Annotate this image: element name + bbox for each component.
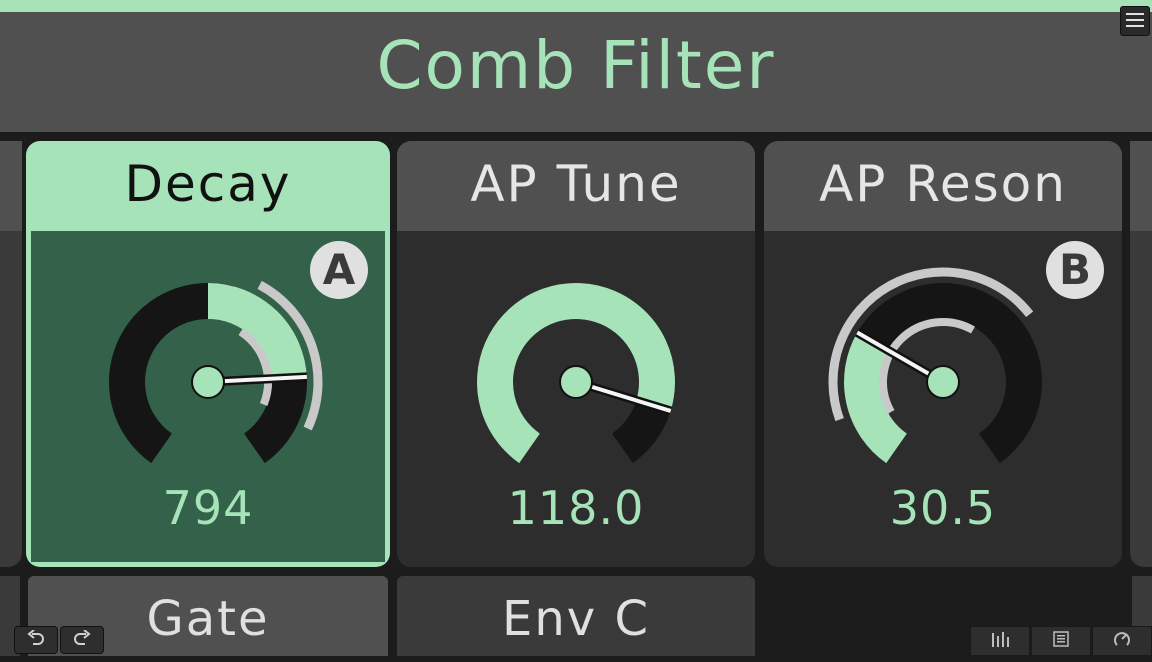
top-accent-strip [0,0,1152,12]
dial-button[interactable] [1092,626,1152,656]
undo-icon [27,629,45,650]
param-title: Decay [124,155,292,213]
page-title: Comb Filter [376,27,776,104]
param-card-ap-tune[interactable]: AP Tune 118.0 [397,141,755,567]
param-card-ap-reson[interactable]: AP Reson B 30.5 [764,141,1122,567]
param-card-decay[interactable]: Decay A 794 [26,141,390,567]
param-title: AP Reson [764,141,1122,231]
mixer-button[interactable] [970,626,1030,656]
redo-button[interactable] [60,626,104,654]
undo-button[interactable] [14,626,58,654]
param-title: Gate [146,591,270,647]
param-title: Env C [502,591,650,647]
mixer-icon [990,631,1010,651]
knob-hub [191,365,225,399]
list-button[interactable] [1031,626,1091,656]
knob-hub [559,365,593,399]
knob-hub [926,365,960,399]
macro-badge: B [1046,241,1104,299]
param-card-env-c[interactable]: Env C [397,576,755,656]
dial-icon [1113,630,1131,652]
menu-button[interactable] [1120,6,1150,36]
param-title: AP Tune [397,141,755,231]
menu-icon [1126,12,1144,31]
prev-card-edge[interactable] [0,141,22,567]
param-value: 794 [162,481,254,535]
list-icon [1053,631,1069,651]
macro-badge: A [310,241,368,299]
next-card-edge[interactable] [1130,141,1152,567]
param-value: 118.0 [507,481,645,535]
redo-icon [73,629,91,650]
param-value: 30.5 [889,481,997,535]
